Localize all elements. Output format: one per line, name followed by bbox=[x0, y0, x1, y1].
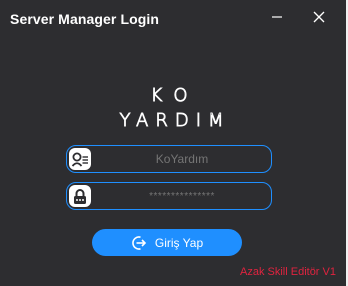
login-arrow-icon bbox=[131, 235, 147, 251]
password-field[interactable] bbox=[66, 182, 272, 210]
username-field[interactable] bbox=[66, 145, 272, 173]
login-button[interactable]: Giriş Yap bbox=[92, 229, 242, 256]
username-input[interactable] bbox=[97, 149, 267, 169]
close-button[interactable] bbox=[308, 6, 330, 28]
password-input[interactable] bbox=[97, 186, 267, 206]
login-window: Server Manager Login KO YARDIM KoYardım … bbox=[0, 0, 348, 286]
logo-line-1: KO bbox=[151, 85, 200, 106]
login-button-label: Giriş Yap bbox=[154, 235, 204, 250]
window-title: Server Manager Login bbox=[10, 11, 160, 27]
close-icon bbox=[313, 11, 325, 23]
minimize-button[interactable] bbox=[266, 6, 288, 28]
version-label: Azak Skill Editör V1 bbox=[240, 266, 336, 278]
app-logo: KO YARDIM bbox=[84, 83, 266, 129]
logo-line-2: YARDIM bbox=[119, 110, 230, 129]
lock-icon bbox=[69, 185, 91, 207]
minimize-icon bbox=[272, 16, 282, 18]
user-list-icon bbox=[69, 148, 91, 170]
